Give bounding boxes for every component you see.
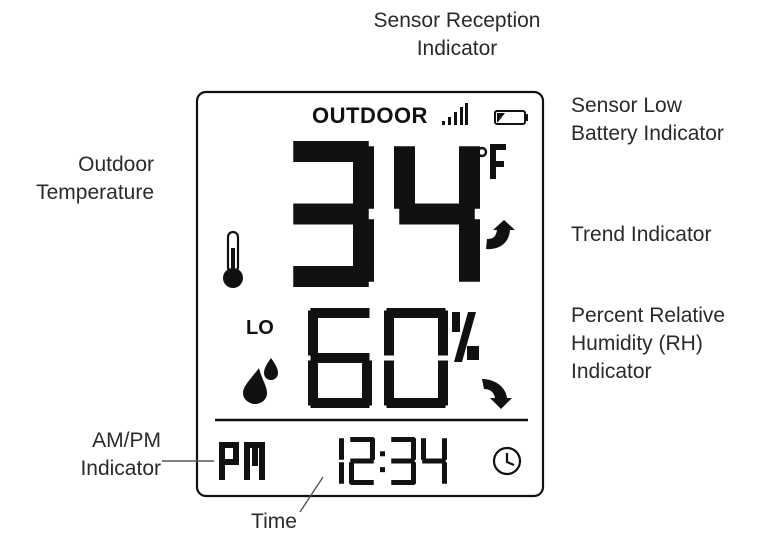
colon-dot [380, 451, 385, 457]
ampm-segment [259, 442, 265, 480]
digit-3 [391, 437, 416, 485]
leader-line-time [299, 476, 324, 513]
thermometer-icon [223, 230, 243, 288]
segment-b [438, 310, 448, 356]
segment-b [459, 146, 480, 209]
lcd-diagram [162, 90, 545, 513]
segment-c [442, 462, 447, 484]
ampm-indicator [219, 442, 265, 480]
segment-b [370, 438, 375, 460]
digit-3 [293, 141, 374, 287]
segment-f [394, 146, 415, 209]
segment-b [353, 146, 374, 209]
segment-f [384, 310, 394, 356]
digit-0 [384, 308, 448, 408]
segment-b [339, 438, 344, 460]
percent-unit [452, 312, 479, 362]
segment-d [391, 480, 415, 485]
signal-bars-icon [442, 103, 468, 125]
segment-b [411, 438, 416, 460]
segment-c [459, 219, 480, 282]
low-battery-icon [494, 110, 528, 125]
time-digits [339, 437, 447, 485]
digit-4 [394, 146, 480, 282]
segment-e [384, 360, 394, 406]
segment-c [362, 360, 372, 406]
segment-a [386, 308, 446, 318]
temperature-digits [293, 141, 480, 287]
segment-b [442, 438, 447, 460]
segment-d [350, 480, 374, 485]
water-drops-icon [243, 358, 278, 404]
segment-d [386, 398, 446, 408]
segment-g [310, 353, 370, 363]
digit-4 [421, 438, 447, 484]
fahrenheit-unit [476, 144, 506, 179]
segment-f [421, 438, 426, 460]
trend-up-arrow-icon [486, 220, 515, 250]
segment-d [293, 266, 369, 287]
digit-6 [308, 308, 372, 408]
humidity-digits [308, 308, 448, 408]
digit-2 [349, 437, 375, 485]
digit-1 [339, 438, 344, 484]
segment-c [339, 462, 344, 484]
ampm-segment [219, 459, 239, 465]
segment-d [310, 398, 370, 408]
colon-dot [380, 467, 385, 473]
segment-a [310, 308, 370, 318]
trend-down-arrow-icon [482, 379, 512, 409]
clock-icon [492, 446, 522, 476]
segment-f [308, 310, 318, 356]
ampm-segment [252, 442, 258, 466]
